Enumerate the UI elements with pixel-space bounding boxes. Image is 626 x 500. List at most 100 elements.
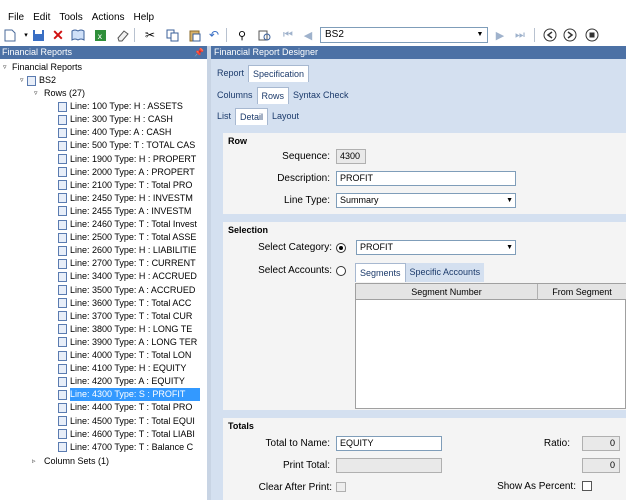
collapse-icon[interactable]: ▿ (20, 76, 24, 84)
tree-line-item[interactable]: Line: 500 Type: T : TOTAL CAS (58, 139, 200, 152)
tab-layout[interactable]: Layout (268, 108, 303, 125)
print-total-number[interactable]: 0 (582, 458, 620, 473)
subtab-specific-accounts[interactable]: Specific Accounts (406, 263, 485, 282)
tab-detail[interactable]: Detail (235, 108, 269, 125)
paste-icon[interactable] (186, 27, 202, 43)
back-icon[interactable] (542, 27, 558, 43)
tree-line-item[interactable]: Line: 2460 Type: T : Total Invest (58, 218, 200, 231)
tree-line-label: Line: 3400 Type: H : ACCRUED (70, 271, 197, 282)
eraser-icon[interactable] (114, 27, 130, 43)
clear-after-print-checkbox[interactable] (336, 482, 346, 492)
show-as-percent-checkbox[interactable] (582, 481, 592, 491)
tabs-level1: Report Specification (213, 64, 310, 82)
tree-line-item[interactable]: Line: 4000 Type: T : Total LON (58, 349, 200, 362)
tree-line-item[interactable]: Line: 3600 Type: T : Total ACC (58, 297, 200, 310)
ratio-label: Ratio: (543, 438, 570, 449)
line-icon (58, 298, 67, 309)
new-document-icon[interactable] (2, 27, 18, 43)
tab-syntax-check[interactable]: Syntax Check (289, 87, 353, 104)
book-icon[interactable] (70, 27, 86, 43)
previous-record-icon[interactable]: ◀ (300, 27, 316, 43)
tree-line-item[interactable]: Line: 2455 Type: A : INVESTM (58, 205, 200, 218)
select-category-radio[interactable] (336, 243, 346, 253)
excel-icon[interactable]: x (92, 27, 108, 43)
collapse-icon[interactable]: ▿ (34, 89, 38, 97)
report-combo[interactable]: BS2 ▼ (320, 27, 488, 43)
segments-grid (355, 283, 626, 409)
sequence-field[interactable]: 4300 (336, 149, 366, 164)
save-icon[interactable] (30, 27, 46, 43)
collapse-icon[interactable]: ▿ (3, 63, 7, 71)
copy-icon[interactable] (164, 27, 180, 43)
tree-line-item[interactable]: Line: 2500 Type: T : Total ASSE (58, 231, 200, 244)
binoculars-icon[interactable]: ⚲ (234, 27, 250, 43)
tree-line-item[interactable]: Line: 3800 Type: H : LONG TE (58, 323, 200, 336)
tab-rows[interactable]: Rows (256, 87, 290, 104)
expand-icon[interactable]: ▹ (32, 457, 36, 465)
pin-icon[interactable]: 📌 (194, 46, 204, 59)
tree-line-item[interactable]: Line: 100 Type: H : ASSETS (58, 100, 200, 113)
tree-line-item[interactable]: Line: 4300 Type: S : PROFIT (58, 388, 200, 402)
tree-root[interactable]: Financial Reports (12, 61, 82, 74)
print-total-label: Print Total: (282, 460, 330, 471)
menu-file[interactable]: File (8, 12, 24, 23)
tree-line-item[interactable]: Line: 2100 Type: T : Total PRO (58, 179, 200, 192)
cut-icon[interactable]: ✂ (142, 27, 158, 43)
find-replace-icon[interactable] (256, 27, 272, 43)
tree-rows[interactable]: Rows (27) (44, 87, 85, 100)
menu-actions[interactable]: Actions (92, 12, 125, 23)
line-type-dropdown[interactable]: Summary ▼ (336, 193, 516, 208)
print-total-field[interactable] (336, 458, 442, 473)
tab-columns[interactable]: Columns (213, 87, 257, 104)
tab-list[interactable]: List (213, 108, 235, 125)
toolbar: ▾ ✕ x ✂ ↶ ⚲ ⏮ ◀ ▶ ⏭ (0, 25, 626, 45)
subtab-segments[interactable]: Segments (355, 263, 406, 282)
chevron-down-icon[interactable]: ▼ (506, 194, 513, 207)
chevron-down-icon[interactable]: ▼ (506, 241, 513, 254)
menu-edit[interactable]: Edit (33, 12, 50, 23)
tree-line-item[interactable]: Line: 4600 Type: T : Total LIABI (58, 428, 200, 441)
column-header-segment-number[interactable]: Segment Number (356, 284, 538, 300)
tree-line-item[interactable]: Line: 4400 Type: T : Total PRO (58, 401, 200, 414)
tree-line-item[interactable]: Line: 4100 Type: H : EQUITY (58, 362, 200, 375)
report-icon (27, 75, 36, 86)
tree-line-item[interactable]: Line: 4200 Type: A : EQUITY (58, 375, 200, 388)
tree-line-item[interactable]: Line: 4500 Type: T : Total EQUI (58, 414, 200, 427)
tree-line-item[interactable]: Line: 3700 Type: T : Total CUR (58, 310, 200, 323)
tree-line-item[interactable]: Line: 3900 Type: A : LONG TER (58, 336, 200, 349)
tree-line-item[interactable]: Line: 4700 Type: T : Balance C (58, 441, 200, 454)
tree-line-item[interactable]: Line: 3400 Type: H : ACCRUED (58, 270, 200, 283)
tree-line-label: Line: 2600 Type: H : LIABILITIE (70, 245, 197, 256)
tree-column-sets[interactable]: Column Sets (1) (44, 455, 109, 468)
description-field[interactable]: PROFIT (336, 171, 516, 186)
tab-report[interactable]: Report (213, 65, 248, 82)
tree-line-item[interactable]: Line: 2700 Type: T : CURRENT (58, 257, 200, 270)
tree-line-item[interactable]: Line: 300 Type: H : CASH (58, 113, 200, 126)
column-header-from-segment[interactable]: From Segment (538, 284, 626, 300)
stop-icon[interactable] (584, 27, 600, 43)
left-panel-title: Financial Reports (2, 47, 73, 57)
first-record-icon[interactable]: ⏮ (280, 27, 296, 43)
total-to-name-field[interactable]: EQUITY (336, 436, 442, 451)
tree-line-item[interactable]: Line: 1900 Type: H : PROPERT (58, 152, 200, 165)
menu-help[interactable]: Help (134, 12, 155, 23)
tree-line-item[interactable]: Line: 400 Type: A : CASH (58, 126, 200, 139)
line-icon (58, 402, 67, 413)
tree-line-item[interactable]: Line: 2600 Type: H : LIABILITIE (58, 244, 200, 257)
tree-report-bs2[interactable]: BS2 (27, 74, 56, 87)
ratio-field[interactable]: 0 (582, 436, 620, 451)
menu-tools[interactable]: Tools (59, 12, 82, 23)
forward-icon[interactable] (562, 27, 578, 43)
select-accounts-radio[interactable] (336, 266, 346, 276)
line-icon (58, 376, 67, 387)
tree-line-item[interactable]: Line: 3500 Type: A : ACCRUED (58, 283, 200, 296)
tree-line-item[interactable]: Line: 2000 Type: A : PROPERT (58, 166, 200, 179)
last-record-icon[interactable]: ⏭ (512, 27, 528, 43)
tree-line-item[interactable]: Line: 2450 Type: H : INVESTM (58, 192, 200, 205)
category-dropdown[interactable]: PROFIT ▼ (356, 240, 516, 255)
delete-icon[interactable]: ✕ (50, 27, 66, 43)
undo-icon[interactable]: ↶ (206, 27, 222, 43)
tab-specification[interactable]: Specification (248, 65, 310, 82)
next-record-icon[interactable]: ▶ (492, 27, 508, 43)
chevron-down-icon[interactable]: ▼ (474, 29, 486, 41)
